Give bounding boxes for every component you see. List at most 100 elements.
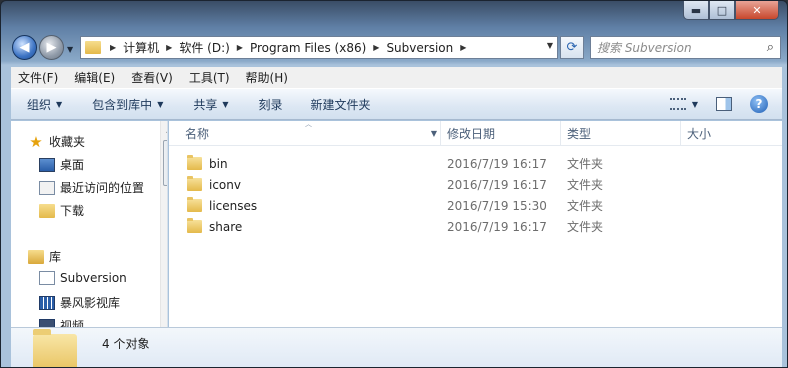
- command-bar: 组织 ▼ 包含到库中 ▼ 共享 ▼ 刻录 新建文件夹 ▼ ?: [11, 88, 782, 120]
- refresh-button[interactable]: ⟳: [560, 36, 584, 59]
- column-size[interactable]: 大小: [681, 121, 782, 146]
- burn-label: 刻录: [258, 97, 283, 112]
- column-modified[interactable]: 修改日期: [441, 121, 561, 146]
- nav-favorites-label: 收藏夹: [49, 135, 86, 149]
- column-type[interactable]: 类型: [561, 121, 681, 146]
- recent-pages-dropdown-icon[interactable]: ▼: [67, 45, 73, 54]
- film-library-icon: [39, 295, 55, 310]
- breadcrumb-program-files[interactable]: Program Files (x86): [250, 41, 366, 55]
- change-view-icon[interactable]: [669, 98, 686, 110]
- nav-recent-label: 最近访问的位置: [60, 181, 145, 195]
- star-icon: ★: [29, 132, 43, 151]
- share-button[interactable]: 共享 ▼: [193, 96, 228, 113]
- navigation-row: ◀ ▶ ▼ ▶ 计算机 ▶ 软件 (D:) ▶ Program Files (x…: [1, 31, 787, 63]
- nav-lib-subversion-label: Subversion: [60, 271, 127, 285]
- breadcrumb-computer[interactable]: 计算机: [123, 39, 159, 56]
- breadcrumb-subversion[interactable]: Subversion: [386, 41, 453, 55]
- nav-downloads-label: 下载: [60, 204, 85, 218]
- column-size-label: 大小: [687, 127, 712, 141]
- file-name-cell: licenses: [187, 197, 258, 213]
- include-in-library-button[interactable]: 包含到库中 ▼: [92, 96, 163, 113]
- nav-lib-baofeng-label: 暴风影视库: [60, 296, 121, 310]
- explorer-window: ▬ □ ✕ ◀ ▶ ▼ ▶ 计算机 ▶ 软件 (D:) ▶ Program Fi…: [0, 0, 788, 368]
- breadcrumb-separator-icon[interactable]: ▶: [237, 43, 243, 52]
- nav-libraries-label: 库: [49, 250, 62, 264]
- column-modified-label: 修改日期: [447, 127, 496, 141]
- nav-libraries[interactable]: 库: [28, 248, 61, 265]
- search-placeholder: 搜索 Subversion: [597, 41, 692, 55]
- downloads-folder-icon: [39, 203, 55, 218]
- breadcrumb-drive[interactable]: 软件 (D:): [179, 39, 229, 56]
- menu-edit[interactable]: 编辑(E): [74, 69, 115, 86]
- recent-places-icon: [39, 180, 55, 195]
- nav-pane-scrollbar[interactable]: ▲: [160, 121, 167, 327]
- breadcrumb-separator-icon[interactable]: ▶: [373, 43, 379, 52]
- file-name: share: [209, 219, 243, 234]
- column-type-label: 类型: [567, 127, 592, 141]
- nav-lib-baofeng[interactable]: 暴风影视库: [39, 294, 120, 311]
- breadcrumb-separator-icon[interactable]: ▶: [110, 43, 116, 52]
- search-icon[interactable]: ⌕: [767, 40, 774, 55]
- chevron-down-icon: ▼: [157, 99, 164, 109]
- view-options-dropdown-icon[interactable]: ▼: [692, 100, 698, 109]
- column-name[interactable]: 名称 ▼: [169, 121, 441, 146]
- organize-button[interactable]: 组织 ▼: [27, 96, 62, 113]
- nav-desktop[interactable]: 桌面: [39, 156, 84, 173]
- breadcrumb-separator-icon[interactable]: ▶: [460, 43, 466, 52]
- file-name-cell: iconv: [187, 176, 241, 192]
- view-controls: ▼ ?: [669, 89, 782, 119]
- minimize-button[interactable]: ▬: [683, 1, 709, 20]
- file-name: bin: [209, 156, 228, 171]
- nav-desktop-label: 桌面: [60, 158, 85, 172]
- maximize-button[interactable]: □: [709, 1, 735, 20]
- close-button[interactable]: ✕: [735, 1, 779, 20]
- folder-icon: [187, 176, 202, 191]
- desktop-icon: [39, 157, 55, 172]
- details-pane: 4 个对象: [11, 327, 782, 367]
- file-name: iconv: [209, 177, 241, 192]
- breadcrumb-separator-icon[interactable]: ▶: [166, 43, 172, 52]
- chevron-down-icon: ▼: [222, 99, 229, 109]
- file-modified: 2016/7/19 16:17: [447, 219, 547, 234]
- file-name-cell: bin: [187, 155, 228, 171]
- new-folder-label: 新建文件夹: [310, 97, 371, 112]
- file-type: 文件夹: [567, 178, 604, 192]
- menu-file[interactable]: 文件(F): [18, 69, 58, 86]
- column-filter-dropdown-icon[interactable]: ▼: [431, 129, 437, 138]
- nav-downloads[interactable]: 下载: [39, 202, 84, 219]
- burn-button[interactable]: 刻录: [259, 96, 283, 113]
- file-row[interactable]: licenses 2016/7/19 15:30 文件夹: [169, 195, 782, 216]
- forward-button[interactable]: ▶: [39, 35, 64, 60]
- menu-view[interactable]: 查看(V): [131, 69, 173, 86]
- menu-tools[interactable]: 工具(T): [189, 69, 230, 86]
- folder-icon: [187, 155, 202, 170]
- file-row[interactable]: iconv 2016/7/19 16:17 文件夹: [169, 174, 782, 195]
- back-button[interactable]: ◀: [12, 35, 37, 60]
- search-input[interactable]: 搜索 Subversion ⌕: [590, 36, 781, 59]
- file-name: licenses: [209, 198, 258, 213]
- nav-recent-places[interactable]: 最近访问的位置: [39, 179, 144, 196]
- file-type: 文件夹: [567, 220, 604, 234]
- nav-lib-video-label: 视频: [60, 319, 85, 327]
- address-bar[interactable]: ▶ 计算机 ▶ 软件 (D:) ▶ Program Files (x86) ▶ …: [80, 36, 558, 59]
- scroll-up-icon[interactable]: ▲: [161, 121, 167, 138]
- file-list: ︿ 名称 ▼ 修改日期 类型 大小 bin 2016/7/19 16:17 文件…: [169, 121, 782, 327]
- menu-help[interactable]: 帮助(H): [246, 69, 288, 86]
- preview-pane-icon[interactable]: [716, 97, 732, 111]
- nav-favorites[interactable]: ★ 收藏夹: [28, 133, 85, 150]
- document-library-icon: [39, 271, 55, 285]
- file-row[interactable]: share 2016/7/19 16:17 文件夹: [169, 216, 782, 237]
- video-library-icon: [39, 318, 55, 327]
- file-modified: 2016/7/19 15:30: [447, 198, 547, 213]
- file-row[interactable]: bin 2016/7/19 16:17 文件夹: [169, 153, 782, 174]
- libraries-icon: [28, 249, 44, 264]
- scrollbar-thumb[interactable]: [163, 140, 167, 186]
- address-history-dropdown-icon[interactable]: ▼: [547, 41, 553, 50]
- folder-icon: [187, 197, 202, 212]
- help-icon[interactable]: ?: [750, 95, 768, 113]
- nav-lib-video[interactable]: 视频: [39, 317, 84, 327]
- new-folder-button[interactable]: 新建文件夹: [311, 96, 371, 113]
- column-name-label: 名称: [185, 127, 210, 141]
- nav-lib-subversion[interactable]: Subversion: [39, 271, 127, 285]
- share-label: 共享: [193, 97, 218, 112]
